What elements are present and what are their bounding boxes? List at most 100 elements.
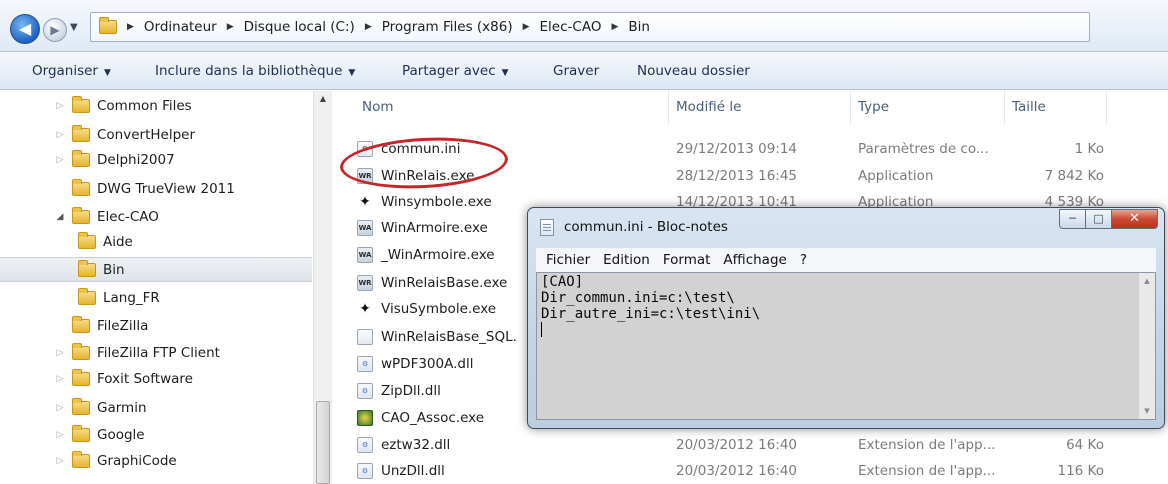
notepad-icon — [540, 219, 554, 236]
breadcrumb-item[interactable]: Disque local (C:) — [244, 19, 355, 35]
folder-icon — [72, 149, 90, 167]
file-name: WinRelaisBase.exe — [381, 275, 508, 291]
symbol-app-icon: ✦ — [359, 301, 371, 317]
expand-arrow-icon[interactable]: ▷ — [54, 348, 66, 358]
scroll-up-arrow-icon[interactable]: ▲ — [1139, 273, 1155, 289]
forward-arrow-icon[interactable]: ▶ — [43, 18, 67, 42]
tree-item[interactable]: Lang_FR — [0, 285, 312, 310]
file-date: 28/12/2013 16:45 — [676, 168, 798, 184]
file-name: UnzDll.dll — [381, 463, 445, 479]
menu-help[interactable]: ? — [800, 252, 807, 268]
tree-item-label: FileZilla FTP Client — [97, 344, 220, 361]
tree-item-label: Lang_FR — [103, 289, 160, 306]
tree-item[interactable]: ▷ FileZilla FTP Client — [0, 340, 312, 365]
tree-item[interactable]: ▷ Delphi2007 — [0, 147, 312, 172]
breadcrumb-item[interactable]: Bin — [628, 19, 650, 35]
tree-item[interactable]: ▷ GraphiCode — [0, 448, 312, 473]
file-name: CAO_Assoc.exe — [381, 410, 485, 426]
new-folder-button[interactable]: Nouveau dossier — [637, 63, 750, 79]
tree-item-label: Aide — [103, 233, 133, 250]
tree-item-elec-cao[interactable]: ◢ Elec-CAO — [0, 204, 312, 229]
text-scrollbar[interactable]: ▲ ▼ — [1138, 273, 1155, 419]
include-library-menu-button[interactable]: Inclure dans la bibliothèque ▼ — [155, 63, 355, 79]
file-date: 20/03/2012 16:40 — [676, 437, 798, 453]
chevron-down-icon: ▼ — [501, 68, 509, 78]
file-name: ZipDll.dll — [381, 383, 441, 399]
tree-scrollbar[interactable]: ▲ — [313, 91, 332, 484]
tree-item[interactable]: DWG TrueView 2011 — [0, 176, 312, 201]
menu-fichier[interactable]: Fichier — [546, 252, 590, 268]
tree-item[interactable]: Aide — [0, 229, 312, 254]
folder-icon — [72, 315, 90, 333]
menu-affichage[interactable]: Affichage — [723, 252, 786, 268]
minimize-button[interactable]: ─ — [1059, 209, 1086, 229]
text-area-frame: [CAO] Dir_commun.ini=c:\test\ Dir_autre_in… — [536, 272, 1156, 420]
dll-icon: ⚙ — [357, 383, 373, 399]
scroll-down-arrow-icon[interactable]: ▼ — [1139, 403, 1155, 419]
scroll-up-arrow-icon[interactable]: ▲ — [314, 91, 332, 107]
address-bar-area: ◀ ▶ ▼ ▶ Ordinateur ▶ Disque local (C:) ▶… — [0, 0, 1168, 52]
tree-item-label: Elec-CAO — [97, 208, 159, 225]
tree-item-label: DWG TrueView 2011 — [97, 180, 235, 197]
file-name: VisuSymbole.exe — [381, 301, 497, 317]
tree-item[interactable]: ▷ Garmin — [0, 395, 312, 420]
command-toolbar: Organiser ▼ Inclure dans la bibliothèque ▼… — [0, 52, 1168, 90]
text-line: Dir_commun.ini=c:\test\ — [541, 290, 735, 306]
menu-format[interactable]: Format — [663, 252, 711, 268]
breadcrumb-item[interactable]: Elec-CAO — [540, 19, 602, 35]
tree-item-label: GraphiCode — [97, 452, 177, 469]
file-name: WinArmoire.exe — [381, 220, 488, 236]
expand-arrow-icon[interactable]: ▷ — [54, 374, 66, 384]
expand-arrow-icon[interactable]: ▷ — [54, 101, 66, 111]
history-dropdown-icon[interactable]: ▼ — [70, 22, 78, 33]
tree-item-label: Google — [97, 426, 145, 443]
menu-edition[interactable]: Edition — [603, 252, 650, 268]
file-type: Extension de l'app... — [858, 463, 996, 479]
share-menu-button[interactable]: Partager avec ▼ — [402, 63, 509, 79]
tree-item-bin[interactable]: Bin — [0, 257, 312, 282]
app-icon: WA — [357, 247, 373, 263]
folder-icon — [78, 231, 96, 249]
file-name: wPDF300A.dll — [381, 356, 474, 372]
expand-arrow-icon[interactable]: ▷ — [54, 430, 66, 440]
dll-icon: ⚙ — [357, 356, 373, 372]
maximize-button[interactable]: □ — [1086, 209, 1112, 229]
close-button[interactable]: ✕ — [1112, 209, 1158, 229]
text-editor[interactable]: [CAO] Dir_commun.ini=c:\test\ Dir_autre_in… — [537, 273, 1139, 419]
folder-icon — [78, 287, 96, 305]
expand-arrow-icon[interactable]: ▷ — [54, 456, 66, 466]
file-icon — [357, 329, 373, 345]
folder-icon — [72, 124, 90, 142]
column-header-modified[interactable]: Modifié le — [676, 99, 741, 115]
tree-item-label: FileZilla — [97, 317, 149, 334]
tree-item[interactable]: ▷ ConvertHelper — [0, 122, 312, 147]
tree-item-label: Common Files — [97, 97, 192, 114]
file-row[interactable]: ⚙ eztw32.dll 20/03/2012 16:40 Extension d… — [332, 433, 1168, 459]
tree-item-label: Bin — [103, 261, 125, 278]
file-row[interactable]: ⚙ UnzDll.dll 20/03/2012 16:40 Extension d… — [332, 459, 1168, 484]
symbol-app-icon: ✦ — [359, 194, 371, 210]
collapse-arrow-icon[interactable]: ◢ — [54, 212, 66, 222]
expand-arrow-icon[interactable]: ▷ — [54, 403, 66, 413]
expand-arrow-icon[interactable]: ▷ — [54, 155, 66, 165]
burn-button[interactable]: Graver — [553, 63, 599, 79]
breadcrumb-item[interactable]: Ordinateur — [144, 19, 217, 35]
tree-item[interactable]: ▷ Foxit Software — [0, 366, 312, 391]
column-header-type[interactable]: Type — [858, 99, 889, 115]
column-header-name[interactable]: Nom — [362, 99, 394, 115]
organize-menu-button[interactable]: Organiser ▼ — [32, 63, 111, 79]
scrollbar-thumb[interactable] — [316, 401, 330, 484]
file-type: Extension de l'app... — [858, 437, 996, 453]
breadcrumb-item[interactable]: Program Files (x86) — [382, 19, 513, 35]
text-line: Dir_autre_ini=c:\test\ini\ — [541, 306, 761, 322]
column-header-size[interactable]: Taille — [1012, 99, 1046, 115]
app-icon: WA — [357, 220, 373, 236]
tree-item[interactable]: ▷ Common Files — [0, 93, 312, 118]
tree-item[interactable]: FileZilla — [0, 313, 312, 338]
back-arrow-icon[interactable]: ◀ — [10, 14, 40, 44]
breadcrumb[interactable]: ▶ Ordinateur ▶ Disque local (C:) ▶ Progr… — [90, 12, 1090, 42]
expand-arrow-icon[interactable]: ▷ — [54, 130, 66, 140]
cao-app-icon — [357, 410, 373, 426]
tree-item[interactable]: ▷ Google — [0, 422, 312, 447]
folder-icon — [99, 17, 117, 34]
